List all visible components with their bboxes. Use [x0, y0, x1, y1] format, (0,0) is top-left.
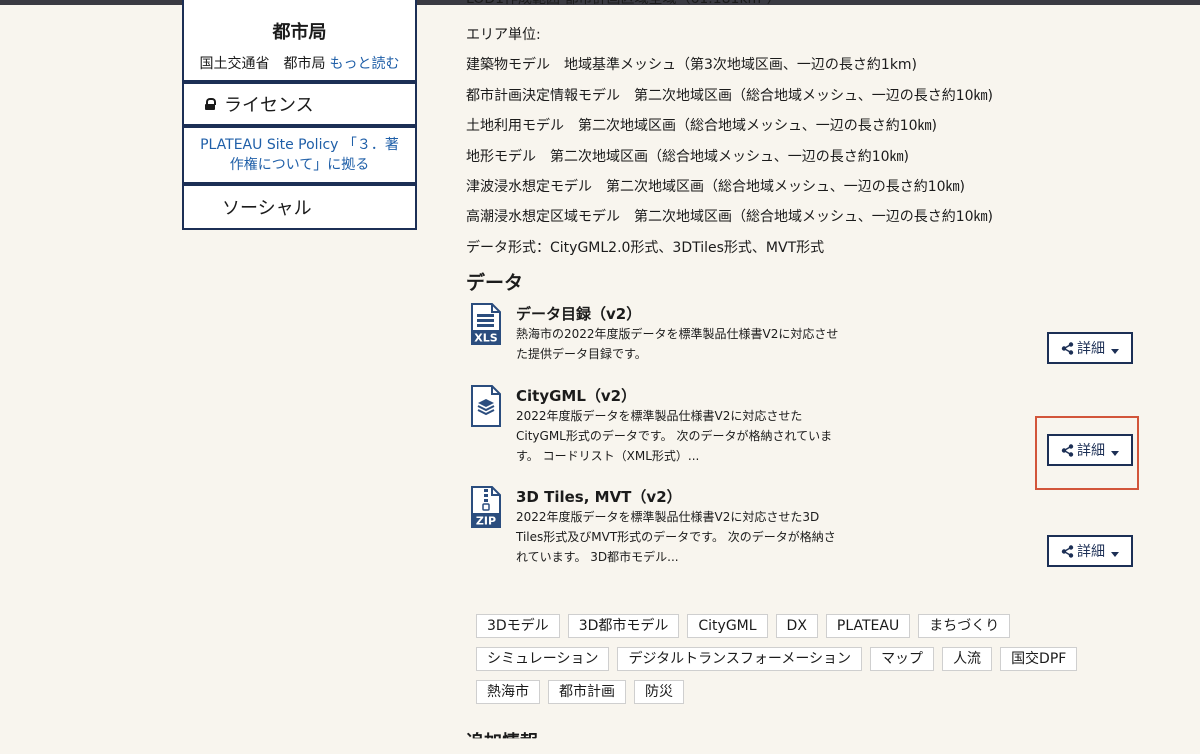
- tag[interactable]: デジタルトランスフォーメーション: [617, 647, 863, 671]
- tag[interactable]: 3Dモデル: [476, 614, 560, 638]
- tag[interactable]: DX: [775, 614, 818, 638]
- mesh-line: 建築物モデル 地域基準メッシュ（第3次地域区画、一辺の長さ約1km): [466, 57, 918, 73]
- tag-row: 3Dモデル 3D都市モデル CityGML DX PLATEAU まちづくり: [476, 614, 1116, 638]
- next-section-heading: 追加情報: [466, 732, 538, 753]
- tag[interactable]: 3D都市モデル: [567, 614, 680, 638]
- detail-button-label: 詳細: [1077, 443, 1105, 459]
- detail-dropdown-button[interactable]: 詳細: [1047, 535, 1133, 567]
- organization-name: 国土交通省 都市局: [199, 56, 326, 72]
- resource-title[interactable]: CityGML（v2）: [516, 385, 636, 406]
- mesh-line: 高潮浸水想定区域モデル 第二次地域区画（総合地域メッシュ、一辺の長さ約10㎞): [466, 209, 993, 225]
- tag-list: 3Dモデル 3D都市モデル CityGML DX PLATEAU まちづくり シ…: [476, 614, 1116, 713]
- organization-title: 都市局: [272, 22, 327, 43]
- zip-file-icon: ZIP: [471, 486, 501, 528]
- svg-text:ZIP: ZIP: [476, 515, 496, 528]
- chevron-down-icon: [1111, 348, 1119, 354]
- read-more-link[interactable]: もっと読む: [330, 56, 400, 72]
- tag[interactable]: 都市計画: [548, 680, 626, 704]
- license-heading: ライセンス: [182, 82, 417, 126]
- chevron-down-icon: [1111, 551, 1119, 557]
- mesh-line: 地形モデル 第二次地域区画（総合地域メッシュ、一辺の長さ約10㎞): [466, 149, 909, 165]
- tag[interactable]: CityGML: [687, 614, 768, 638]
- tag-row: シミュレーション デジタルトランスフォーメーション マップ 人流 国交DPF: [476, 647, 1116, 671]
- organization-description: 国土交通省 都市局 もっと読む: [184, 53, 415, 73]
- license-link[interactable]: PLATEAU Site Policy 「３．著作権について」に拠る: [182, 126, 417, 184]
- layers-file-icon: [471, 385, 501, 427]
- coverage-line: LOD1作成範囲 都市計画区域全域（61.181km²）: [466, 0, 781, 8]
- detail-button-label: 詳細: [1077, 544, 1105, 560]
- chevron-down-icon: [1111, 450, 1119, 456]
- xls-file-icon: XLS: [471, 303, 501, 345]
- lock-icon: [204, 98, 216, 110]
- tag-row: 熱海市 都市計画 防災: [476, 680, 1116, 704]
- tag[interactable]: まちづくり: [918, 614, 1011, 638]
- resource-title[interactable]: データ目録（v2）: [516, 303, 641, 324]
- tag[interactable]: 国交DPF: [1000, 647, 1078, 671]
- organization-box: 都市局 国土交通省 都市局 もっと読む: [182, 0, 417, 82]
- mesh-line: 津波浸水想定モデル 第二次地域区画（総合地域メッシュ、一辺の長さ約10㎞): [466, 179, 965, 195]
- share-icon: [1061, 443, 1074, 457]
- detail-dropdown-button[interactable]: 詳細: [1047, 332, 1133, 364]
- resource-description: 2022年度版データを標準製品仕様書V2に対応させた3D Tiles形式及びMV…: [516, 510, 836, 564]
- share-icon: [1061, 544, 1074, 558]
- sidebar: 都市局 国土交通省 都市局 もっと読む ライセンス PLATEAU Site Po…: [182, 0, 417, 230]
- resource-description: 2022年度版データを標準製品仕様書V2に対応させたCityGML形式のデータで…: [516, 409, 833, 463]
- mesh-line: 都市計画決定情報モデル 第二次地域区画（総合地域メッシュ、一辺の長さ約10㎞): [466, 88, 993, 104]
- mesh-line: 土地利用モデル 第二次地域区画（総合地域メッシュ、一辺の長さ約10㎞): [466, 118, 937, 134]
- license-heading-label: ライセンス: [224, 95, 314, 116]
- tag[interactable]: 防災: [634, 680, 684, 704]
- detail-dropdown-button[interactable]: 詳細: [1047, 434, 1133, 466]
- share-icon: [1061, 341, 1074, 355]
- svg-text:XLS: XLS: [474, 332, 497, 345]
- tag[interactable]: シミュレーション: [476, 647, 610, 671]
- area-unit-label: エリア単位:: [466, 27, 541, 43]
- tag[interactable]: 熱海市: [476, 680, 540, 704]
- detail-button-label: 詳細: [1077, 341, 1105, 357]
- social-heading: ソーシャル: [182, 184, 417, 230]
- tag[interactable]: 人流: [942, 647, 993, 671]
- tag[interactable]: マップ: [870, 647, 935, 671]
- data-section-title: データ: [466, 272, 524, 294]
- resource-title[interactable]: 3D Tiles, MVT（v2）: [516, 486, 682, 507]
- resource-description: 熱海市の2022年度版データを標準製品仕様書V2に対応させた提供データ目録です。: [516, 327, 839, 361]
- tag[interactable]: PLATEAU: [825, 614, 911, 638]
- data-format-line: データ形式：CityGML2.0形式、3DTiles形式、MVT形式: [466, 240, 825, 256]
